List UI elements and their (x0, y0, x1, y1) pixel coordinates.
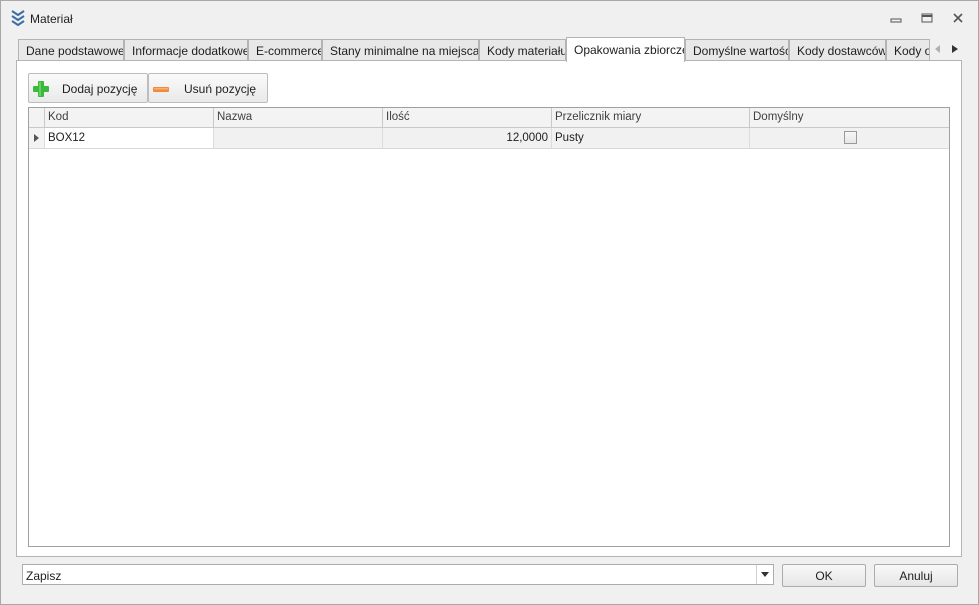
layers-chevron-icon (10, 9, 26, 27)
tab-scroll-left-icon[interactable] (932, 42, 944, 56)
remove-item-label: Usuń pozycję (184, 82, 257, 96)
ok-button[interactable]: OK (782, 564, 866, 587)
tab-kody-od[interactable]: Kody od (886, 39, 930, 61)
tab-stany-minimalne[interactable]: Stany minimalne na miejscach (322, 39, 479, 61)
tab-opakowania-zbiorcze[interactable]: Opakowania zbiorcze (566, 37, 685, 62)
table-row[interactable]: BOX12 12,0000 Pusty (29, 128, 949, 149)
tab-label: Stany minimalne na miejscach (330, 44, 479, 58)
cell-ilosc[interactable]: 12,0000 (383, 128, 552, 148)
tab-page-opakowania-zbiorcze: Dodaj pozycję Usuń pozycję Kod Nazwa Ilo… (16, 60, 962, 557)
tab-strip: Dane podstawowe Informacje dodatkowe E-c… (18, 37, 963, 62)
column-header-ilosc[interactable]: Ilość (383, 108, 552, 127)
column-header-przelicznik-miary[interactable]: Przelicznik miary (552, 108, 750, 127)
remove-item-button[interactable]: Usuń pozycję (148, 73, 268, 103)
chevron-down-icon[interactable] (756, 565, 773, 584)
title-bar: Materiał (1, 1, 978, 35)
save-action-combo[interactable]: Zapisz (22, 564, 774, 585)
tab-label: Opakowania zbiorcze (574, 43, 685, 57)
row-indicator-header (29, 108, 45, 127)
plus-icon (32, 80, 50, 98)
add-item-button[interactable]: Dodaj pozycję (28, 73, 148, 103)
restore-button[interactable] (916, 9, 938, 27)
add-item-label: Dodaj pozycję (62, 82, 138, 96)
row-indicator[interactable] (29, 128, 45, 148)
minimize-button[interactable] (885, 9, 907, 27)
default-checkbox[interactable] (844, 131, 857, 144)
tab-label: E-commerce (256, 44, 322, 58)
tab-label: Kody dostawców (797, 44, 886, 58)
cell-przelicznik-miary[interactable]: Pusty (552, 128, 750, 148)
cell-kod[interactable]: BOX12 (45, 128, 214, 148)
minus-icon (152, 80, 170, 98)
cancel-button[interactable]: Anuluj (874, 564, 958, 587)
tab-kody-dostawcow[interactable]: Kody dostawców (789, 39, 886, 61)
cell-nazwa[interactable] (214, 128, 383, 148)
tab-label: Dane podstawowe (26, 44, 124, 58)
tab-domyslne-wartosci[interactable]: Domyślne wartości (685, 39, 789, 61)
tab-label: Domyślne wartości (693, 44, 789, 58)
tab-label: Informacje dodatkowe (132, 44, 248, 58)
packaging-grid: Kod Nazwa Ilość Przelicznik miary Domyśl… (28, 107, 950, 547)
tab-kody-materialu[interactable]: Kody materiału (479, 39, 566, 61)
close-button[interactable] (947, 9, 969, 27)
window-title: Materiał (30, 12, 73, 26)
tab-informacje-dodatkowe[interactable]: Informacje dodatkowe (124, 39, 248, 61)
column-header-domyslny[interactable]: Domyślny (750, 108, 949, 127)
tab-scroll-right-icon[interactable] (949, 42, 961, 56)
save-action-value: Zapisz (26, 569, 62, 583)
material-window: Materiał Dane podstawowe Informacje doda… (0, 0, 979, 605)
row-pointer-icon (34, 134, 39, 142)
column-header-nazwa[interactable]: Nazwa (214, 108, 383, 127)
grid-header: Kod Nazwa Ilość Przelicznik miary Domyśl… (29, 108, 949, 128)
cell-domyslny[interactable] (750, 128, 949, 148)
tab-label: Kody materiału (487, 44, 566, 58)
tab-e-commerce[interactable]: E-commerce (248, 39, 322, 61)
tab-label: Kody od (894, 44, 929, 58)
column-header-kod[interactable]: Kod (45, 108, 214, 127)
tab-dane-podstawowe[interactable]: Dane podstawowe (18, 39, 124, 61)
